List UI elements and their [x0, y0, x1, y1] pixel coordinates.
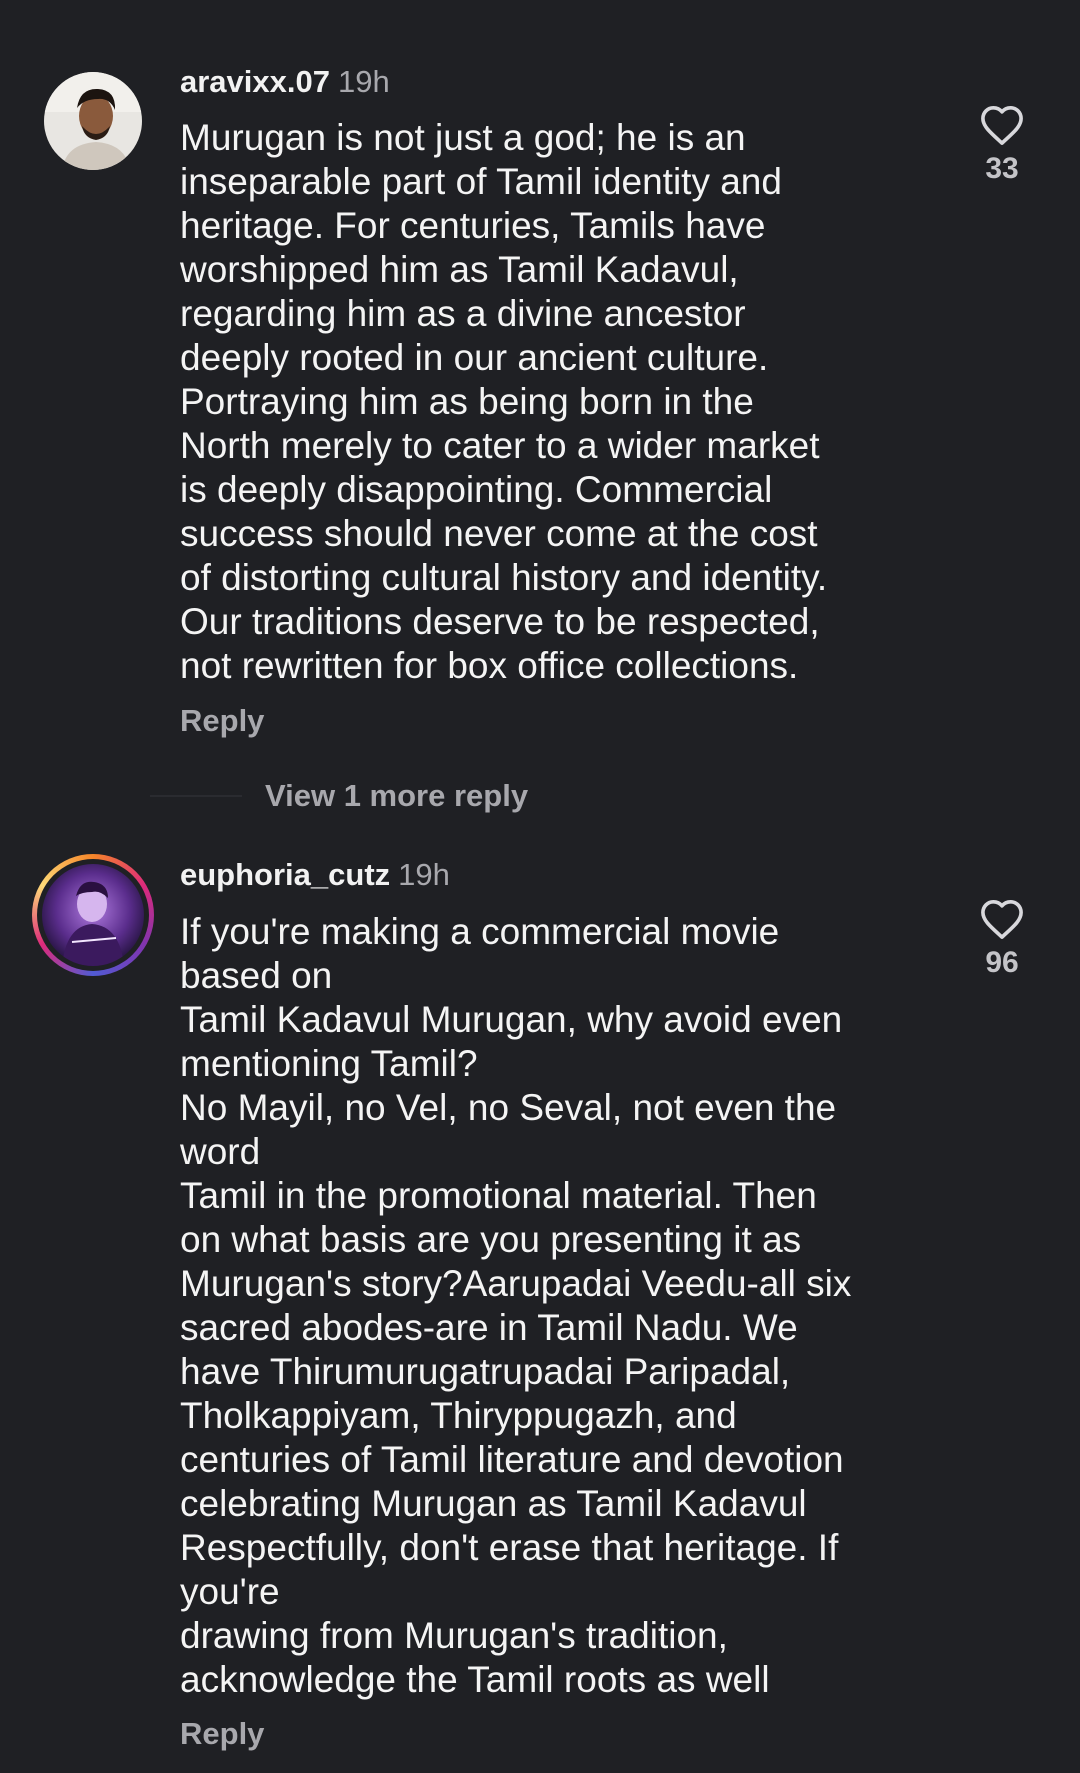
comment-line: Respectfully, don't erase that heritage.… — [180, 1527, 839, 1568]
comment-line: is deeply disappointing. Commercial — [180, 469, 773, 510]
user-photo-icon — [44, 72, 142, 170]
comment-meta: aravixx.07 19h — [180, 64, 390, 100]
comment-text: If you're making a commercial movie base… — [180, 910, 940, 1702]
comment-line: celebrating Murugan as Tamil Kadavul — [180, 1483, 807, 1524]
timestamp: 19h — [337, 64, 390, 99]
username[interactable]: aravixx.07 — [180, 64, 330, 99]
comment-line: No Mayil, no Vel, no Seval, not even the — [180, 1087, 837, 1128]
comment-line: inseparable part of Tamil identity and — [180, 161, 782, 202]
like-count: 96 — [985, 946, 1019, 979]
timestamp: 19h — [398, 857, 450, 892]
username[interactable]: euphoria_cutz — [180, 857, 390, 892]
comment-line: sacred abodes-are in Tamil Nadu. We — [180, 1307, 798, 1348]
comment-line: on what basis are you presenting it as — [180, 1219, 802, 1260]
view-more-replies[interactable]: View 1 more reply — [150, 776, 850, 816]
comment-meta: euphoria_cutz 19h — [180, 857, 450, 893]
comment-line: of distorting cultural history and ident… — [180, 557, 828, 598]
comment-line: Our traditions deserve to be respected, — [180, 601, 820, 642]
like-count: 33 — [985, 152, 1019, 185]
comment-line: based on — [180, 955, 333, 996]
comment-line: Portraying him as being born in the — [180, 381, 754, 422]
comment-line: not rewritten for box office collections… — [180, 645, 799, 686]
story-avatar-icon — [42, 864, 144, 966]
view-more-replies-label[interactable]: View 1 more reply — [265, 776, 528, 816]
comment-line: acknowledge the Tamil roots as well — [180, 1659, 770, 1700]
comment-line: drawing from Murugan's tradition, — [180, 1615, 728, 1656]
comment-text: Murugan is not just a god; he is an inse… — [180, 116, 940, 688]
comment-line: worshipped him as Tamil Kadavul, — [180, 249, 739, 290]
reply-button[interactable]: Reply — [180, 1716, 264, 1752]
avatar-image — [42, 864, 144, 966]
comment-line: centuries of Tamil literature and devoti… — [180, 1439, 844, 1480]
comment-line: Tholkappiyam, Thiryppugazh, and — [180, 1395, 737, 1436]
like-button[interactable]: 33 — [970, 104, 1034, 186]
comment-line: have Thirumurugatrupadai Paripadal, — [180, 1351, 791, 1392]
heart-icon[interactable] — [979, 898, 1025, 940]
comment-line: Murugan's story?Aarupadai Veedu-all six — [180, 1263, 852, 1304]
comment-line: If you're making a commercial movie — [180, 911, 780, 952]
comment-line: mentioning Tamil? — [180, 1043, 478, 1084]
comment-line: regarding him as a divine ancestor — [180, 293, 746, 334]
comment-line: deeply rooted in our ancient culture. — [180, 337, 769, 378]
divider — [150, 795, 242, 797]
comment-line: you're — [180, 1571, 280, 1612]
comment-line: heritage. For centuries, Tamils have — [180, 205, 766, 246]
comment-line: Tamil Kadavul Murugan, why avoid even — [180, 999, 843, 1040]
heart-icon[interactable] — [979, 104, 1025, 146]
comment-line: word — [180, 1131, 261, 1172]
comment-line: success should never come at the cost — [180, 513, 818, 554]
reply-button[interactable]: Reply — [180, 703, 264, 739]
avatar[interactable] — [44, 72, 142, 170]
avatar[interactable] — [32, 854, 154, 976]
comment-line: Murugan is not just a god; he is an — [180, 117, 746, 158]
comment-line: Tamil in the promotional material. Then — [180, 1175, 817, 1216]
comment-line: North merely to cater to a wider market — [180, 425, 820, 466]
like-button[interactable]: 96 — [970, 898, 1034, 980]
